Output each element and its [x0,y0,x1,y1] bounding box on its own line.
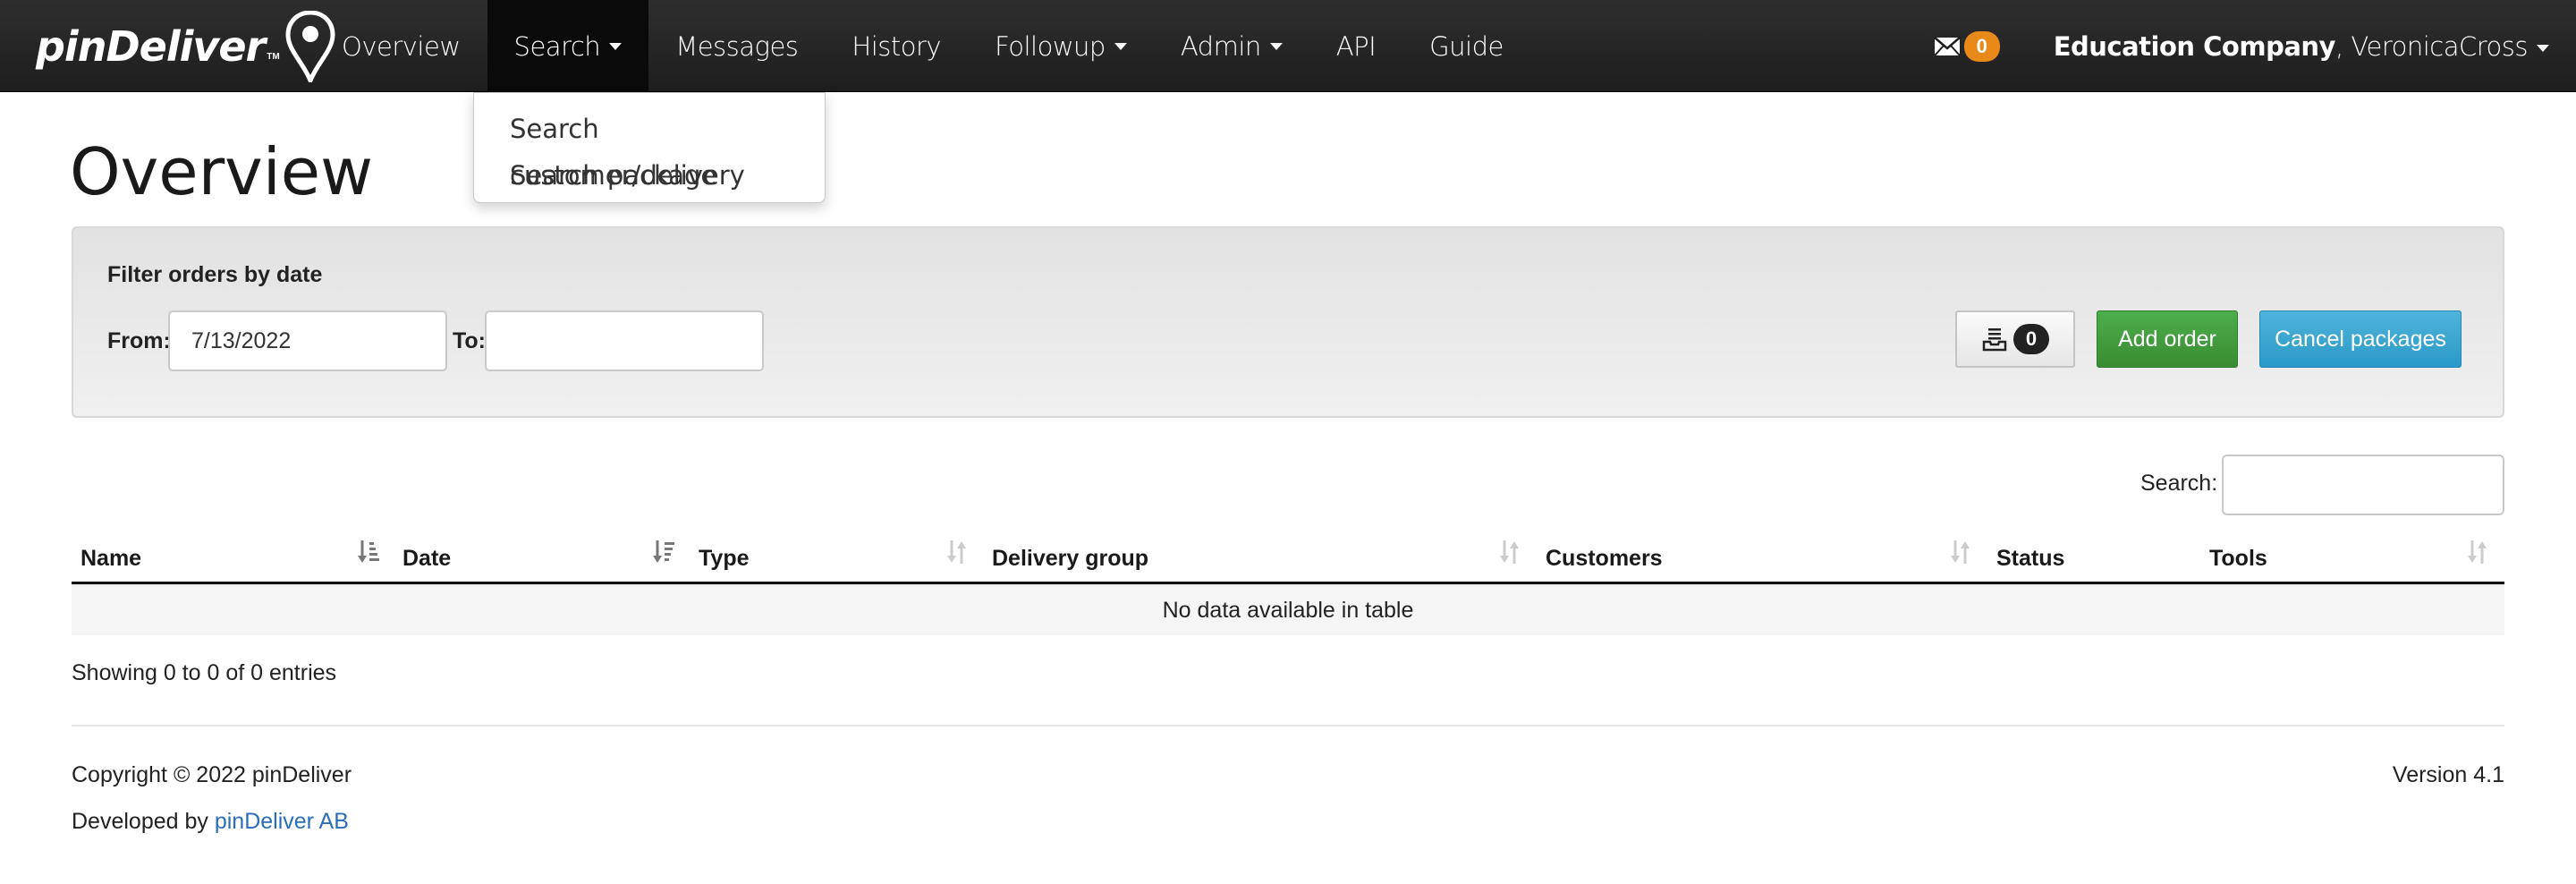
inbox-count-badge: 0 [2013,324,2049,354]
menu-item-search-customer-delivery[interactable]: Search customer/delivery [474,106,825,191]
company-name: Education Company [2053,30,2336,62]
caret-down-icon [1269,42,1283,50]
envelope-icon [1933,36,1961,56]
filter-heading: Filter orders by date [107,262,323,287]
menu-item-search-package[interactable]: Search package [474,152,825,199]
nav-search-label: Search [513,30,601,62]
brand-logo[interactable]: pinDeliver TM [36,7,335,86]
inbox-button[interactable]: 0 [1955,310,2075,368]
username: VeronicaCross [2351,30,2528,62]
from-label: From: [107,328,171,353]
nav-overview[interactable]: Overview [315,0,487,92]
developer-link[interactable]: pinDeliver AB [215,809,349,834]
nav-search[interactable]: Search [487,0,649,92]
sort-both-icon[interactable] [2465,539,2490,565]
sort-descending-icon[interactable] [651,539,676,565]
footer-copyright: Copyright © 2022 pinDeliver [72,762,352,787]
column-header-delivery-group[interactable]: Delivery group [992,546,1148,572]
table-search-input[interactable] [2222,455,2504,515]
orders-table: Name Date Type Delivery group Customers … [72,528,2504,635]
sort-ascending-icon[interactable] [356,539,381,565]
main-nav: Overview Search Messages History Followu… [315,0,1530,92]
column-header-tools: Tools [2209,546,2267,571]
nav-right: 0 Education Company, VeronicaCross [1933,0,2549,92]
nav-messages[interactable]: Messages [648,0,825,92]
nav-overview-label: Overview [342,30,461,62]
cancel-packages-button[interactable]: Cancel packages [2259,310,2462,368]
caret-down-icon [1114,42,1127,50]
brand-trademark: TM [267,51,280,62]
messages-count-badge: 0 [1963,30,2000,62]
user-menu[interactable]: Education Company, VeronicaCross [2054,31,2549,62]
search-dropdown-menu: Search customer/delivery Search package [473,92,826,203]
column-header-customers[interactable]: Customers [1546,546,1663,572]
nav-messages-label: Messages [675,30,799,62]
add-order-button[interactable]: Add order [2097,310,2238,368]
top-navbar: pinDeliver TM Overview Search Messages H… [0,0,2576,92]
nav-guide[interactable]: Guide [1402,0,1530,92]
table-search-label: Search: [2140,471,2218,496]
developed-by-text: Developed by [72,809,215,834]
nav-api-label: API [1335,30,1377,62]
footer-divider [72,725,2504,727]
sort-both-icon[interactable] [945,539,970,565]
caret-down-icon [2537,44,2549,52]
column-header-name[interactable]: Name [80,546,141,572]
messages-indicator[interactable]: 0 [1933,30,2000,62]
inbox-tray-icon [1982,328,2007,352]
column-header-type[interactable]: Type [699,546,750,572]
to-label: To: [453,328,487,353]
nav-followup[interactable]: Followup [968,0,1154,92]
sort-both-icon[interactable] [1948,539,1973,565]
nav-admin-label: Admin [1180,30,1261,62]
brand-name: pinDeliver [36,22,266,71]
user-separator: , [2334,30,2351,62]
caret-down-icon [609,42,623,50]
from-date-input[interactable] [168,310,447,371]
footer-version: Version 4.1 [2392,762,2504,787]
nav-admin[interactable]: Admin [1154,0,1309,92]
column-header-status[interactable]: Status [1996,546,2064,572]
page-title: Overview [70,134,373,209]
nav-history-label: History [852,30,942,62]
empty-table-row: No data available in table [72,584,2504,635]
nav-guide-label: Guide [1429,30,1504,62]
empty-table-message: No data available in table [1162,597,1414,623]
sort-both-icon[interactable] [1497,539,1522,565]
nav-followup-label: Followup [995,30,1106,62]
footer-developed-by: Developed by pinDeliver AB [72,809,349,835]
nav-api[interactable]: API [1309,0,1402,92]
to-date-input[interactable] [485,310,764,371]
table-info: Showing 0 to 0 of 0 entries [72,660,337,685]
filter-panel: Filter orders by date From: To: 0 Add or… [72,226,2504,418]
table-header: Name Date Type Delivery group Customers … [72,528,2504,584]
column-header-date[interactable]: Date [402,546,451,572]
nav-history[interactable]: History [825,0,968,92]
